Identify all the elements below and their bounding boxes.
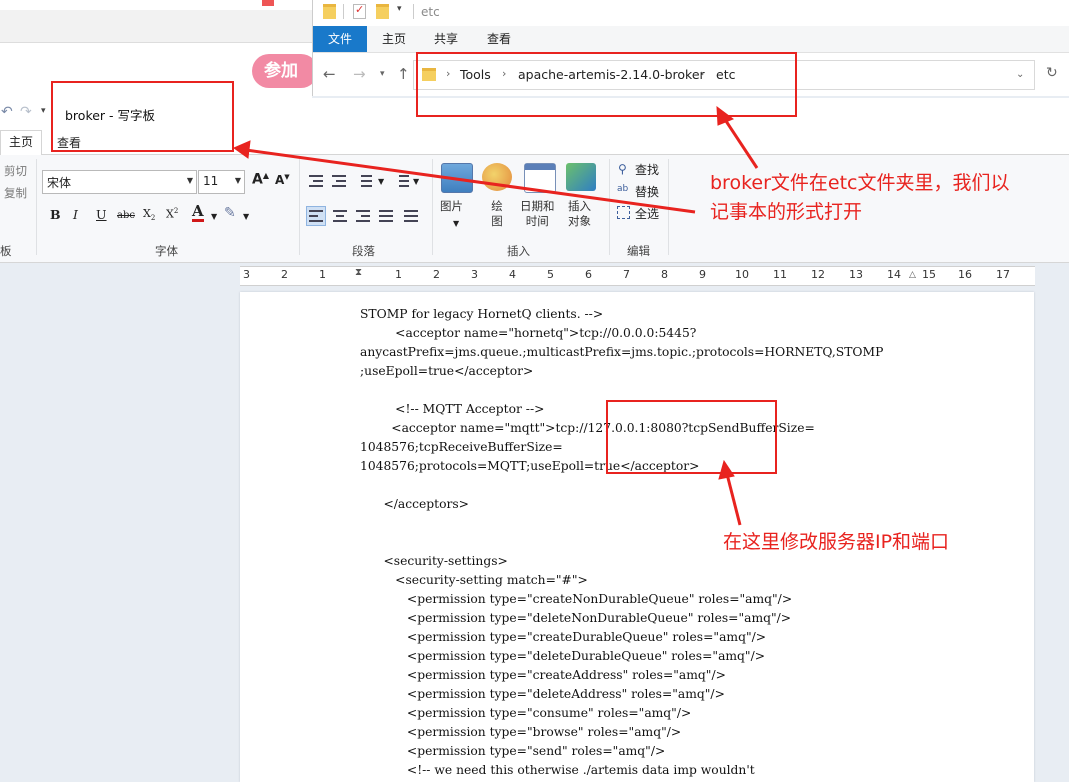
arrow-head: [232, 140, 251, 159]
arrow-line: [722, 117, 759, 169]
arrow-head: [718, 459, 735, 480]
annotation-arrows: [232, 105, 759, 526]
arrow-head: [716, 105, 735, 126]
arrow-line: [245, 148, 696, 214]
arrow-line: [725, 473, 742, 526]
